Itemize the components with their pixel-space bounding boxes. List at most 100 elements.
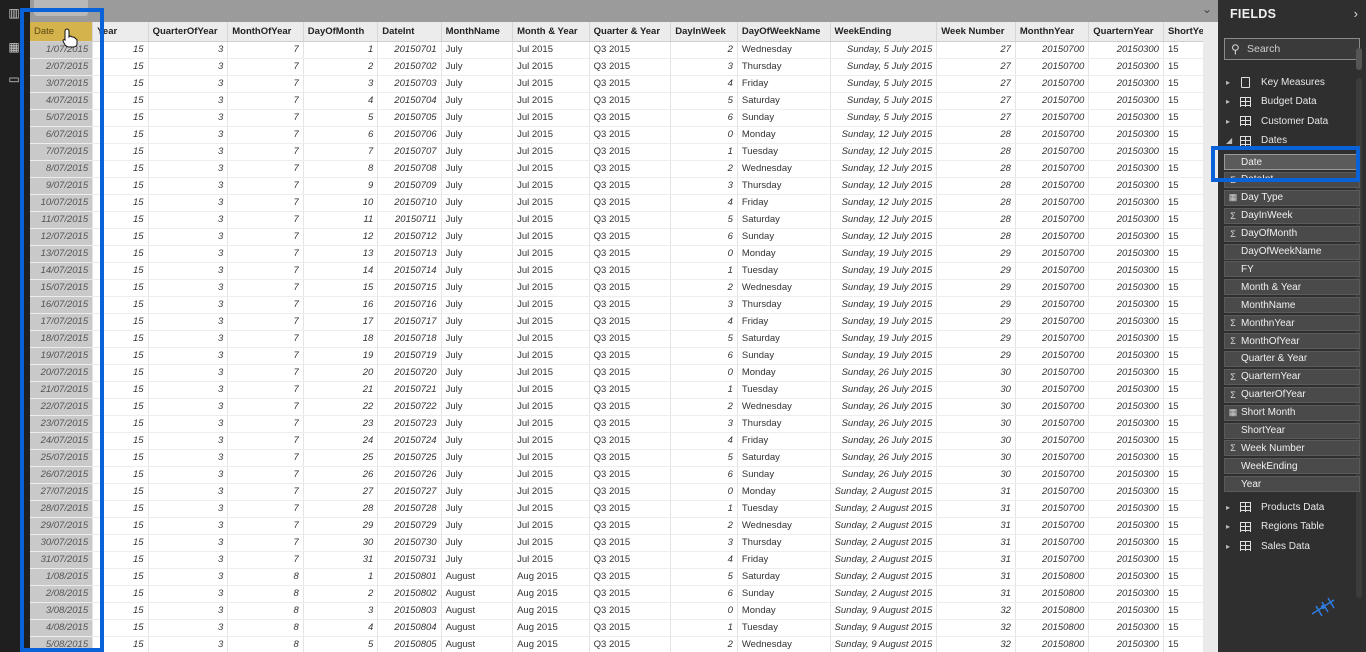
field-dayofweekname[interactable]: DayOfWeekName	[1224, 243, 1360, 260]
cell-we[interactable]: Sunday, 26 July 2015	[830, 415, 938, 433]
cell-diw[interactable]: 2	[670, 398, 738, 416]
cell-wn[interactable]: 31	[936, 534, 1016, 552]
cell-miy[interactable]: 20150700	[1015, 449, 1090, 467]
cell-year[interactable]: 15	[92, 126, 149, 144]
cell-dateint[interactable]: 20150706	[377, 126, 442, 144]
cell-date[interactable]: 29/07/2015	[30, 517, 94, 535]
cell-miy[interactable]: 20150700	[1015, 160, 1090, 178]
cell-qiy[interactable]: 20150300	[1088, 143, 1164, 161]
cell-we[interactable]: Sunday, 26 July 2015	[830, 398, 938, 416]
cell-year[interactable]: 15	[92, 466, 149, 484]
column-header-miy[interactable]: MonthnYear	[1015, 22, 1090, 42]
chevron-right-icon[interactable]: ›	[1354, 6, 1358, 21]
cell-qiy[interactable]: 20150300	[1088, 415, 1164, 433]
cell-qiy[interactable]: 20150300	[1088, 517, 1164, 535]
cell-my[interactable]: Jul 2015	[512, 347, 590, 365]
cell-miy[interactable]: 20150800	[1015, 636, 1090, 652]
cell-moy[interactable]: 7	[227, 279, 304, 297]
cell-moy[interactable]: 7	[227, 483, 304, 501]
cell-downame[interactable]: Tuesday	[737, 143, 831, 161]
cell-mname[interactable]: July	[441, 126, 514, 144]
cell-qiy[interactable]: 20150300	[1088, 432, 1164, 450]
cell-qoy[interactable]: 3	[148, 602, 229, 620]
cell-date[interactable]: 15/07/2015	[30, 279, 94, 297]
cell-downame[interactable]: Saturday	[737, 211, 831, 229]
cell-moy[interactable]: 8	[227, 585, 304, 603]
cell-dateint[interactable]: 20150805	[377, 636, 442, 652]
cell-dom[interactable]: 30	[303, 534, 379, 552]
cell-my[interactable]: Jul 2015	[512, 262, 590, 280]
cell-qoy[interactable]: 3	[148, 585, 229, 603]
column-header-we[interactable]: WeekEnding	[830, 22, 938, 42]
cell-year[interactable]: 15	[92, 41, 149, 59]
cell-qoy[interactable]: 3	[148, 228, 229, 246]
cell-qoy[interactable]: 3	[148, 143, 229, 161]
expand-right-icon[interactable]: ▸	[1226, 78, 1236, 87]
cell-dateint[interactable]: 20150720	[377, 364, 442, 382]
cell-year[interactable]: 15	[92, 313, 149, 331]
cell-miy[interactable]: 20150700	[1015, 75, 1090, 93]
cell-dom[interactable]: 2	[303, 585, 379, 603]
cell-downame[interactable]: Tuesday	[737, 619, 831, 637]
cell-qy[interactable]: Q3 2015	[589, 585, 672, 603]
cell-dateint[interactable]: 20150802	[377, 585, 442, 603]
cell-wn[interactable]: 30	[936, 432, 1016, 450]
cell-qiy[interactable]: 20150300	[1088, 364, 1164, 382]
cell-date[interactable]: 4/08/2015	[30, 619, 94, 637]
cell-qy[interactable]: Q3 2015	[589, 279, 672, 297]
cell-moy[interactable]: 7	[227, 500, 304, 518]
cell-we[interactable]: Sunday, 12 July 2015	[830, 228, 938, 246]
cell-downame[interactable]: Tuesday	[737, 262, 831, 280]
cell-wn[interactable]: 28	[936, 160, 1016, 178]
cell-qoy[interactable]: 3	[148, 41, 229, 59]
cell-year[interactable]: 15	[92, 228, 149, 246]
cell-dom[interactable]: 22	[303, 398, 379, 416]
cell-date[interactable]: 31/07/2015	[30, 551, 94, 569]
cell-dateint[interactable]: 20150804	[377, 619, 442, 637]
cell-wn[interactable]: 28	[936, 126, 1016, 144]
column-header-moy[interactable]: MonthOfYear	[227, 22, 304, 42]
cell-qiy[interactable]: 20150300	[1088, 126, 1164, 144]
field-monthnyear[interactable]: Σ MonthnYear	[1224, 315, 1360, 332]
cell-dateint[interactable]: 20150701	[377, 41, 442, 59]
field-month-year[interactable]: Month & Year	[1224, 279, 1360, 296]
cell-dom[interactable]: 26	[303, 466, 379, 484]
cell-my[interactable]: Aug 2015	[512, 585, 590, 603]
field-monthname[interactable]: MonthName	[1224, 297, 1360, 314]
cell-wn[interactable]: 28	[936, 228, 1016, 246]
cell-moy[interactable]: 7	[227, 177, 304, 195]
cell-moy[interactable]: 7	[227, 58, 304, 76]
cell-my[interactable]: Jul 2015	[512, 211, 590, 229]
cell-miy[interactable]: 20150700	[1015, 330, 1090, 348]
cell-downame[interactable]: Sunday	[737, 347, 831, 365]
cell-wn[interactable]: 28	[936, 143, 1016, 161]
cell-moy[interactable]: 7	[227, 75, 304, 93]
search-box[interactable]: ⚲	[1224, 38, 1360, 60]
cell-qoy[interactable]: 3	[148, 449, 229, 467]
cell-my[interactable]: Jul 2015	[512, 143, 590, 161]
cell-downame[interactable]: Saturday	[737, 449, 831, 467]
cell-miy[interactable]: 20150800	[1015, 619, 1090, 637]
cell-diw[interactable]: 0	[670, 483, 738, 501]
cell-qy[interactable]: Q3 2015	[589, 143, 672, 161]
cell-dateint[interactable]: 20150727	[377, 483, 442, 501]
cell-my[interactable]: Jul 2015	[512, 160, 590, 178]
cell-qoy[interactable]: 3	[148, 92, 229, 110]
cell-year[interactable]: 15	[92, 143, 149, 161]
expand-right-icon[interactable]: ▸	[1226, 117, 1236, 126]
cell-year[interactable]: 15	[92, 381, 149, 399]
cell-qiy[interactable]: 20150300	[1088, 449, 1164, 467]
cell-moy[interactable]: 7	[227, 330, 304, 348]
cell-qy[interactable]: Q3 2015	[589, 364, 672, 382]
cell-year[interactable]: 15	[92, 347, 149, 365]
cell-year[interactable]: 15	[92, 551, 149, 569]
cell-year[interactable]: 15	[92, 211, 149, 229]
cell-qiy[interactable]: 20150300	[1088, 381, 1164, 399]
cell-miy[interactable]: 20150700	[1015, 41, 1090, 59]
cell-date[interactable]: 4/07/2015	[30, 92, 94, 110]
cell-we[interactable]: Sunday, 5 July 2015	[830, 92, 938, 110]
cell-moy[interactable]: 7	[227, 466, 304, 484]
cell-downame[interactable]: Monday	[737, 364, 831, 382]
column-header-dom[interactable]: DayOfMonth	[303, 22, 379, 42]
cell-my[interactable]: Jul 2015	[512, 126, 590, 144]
